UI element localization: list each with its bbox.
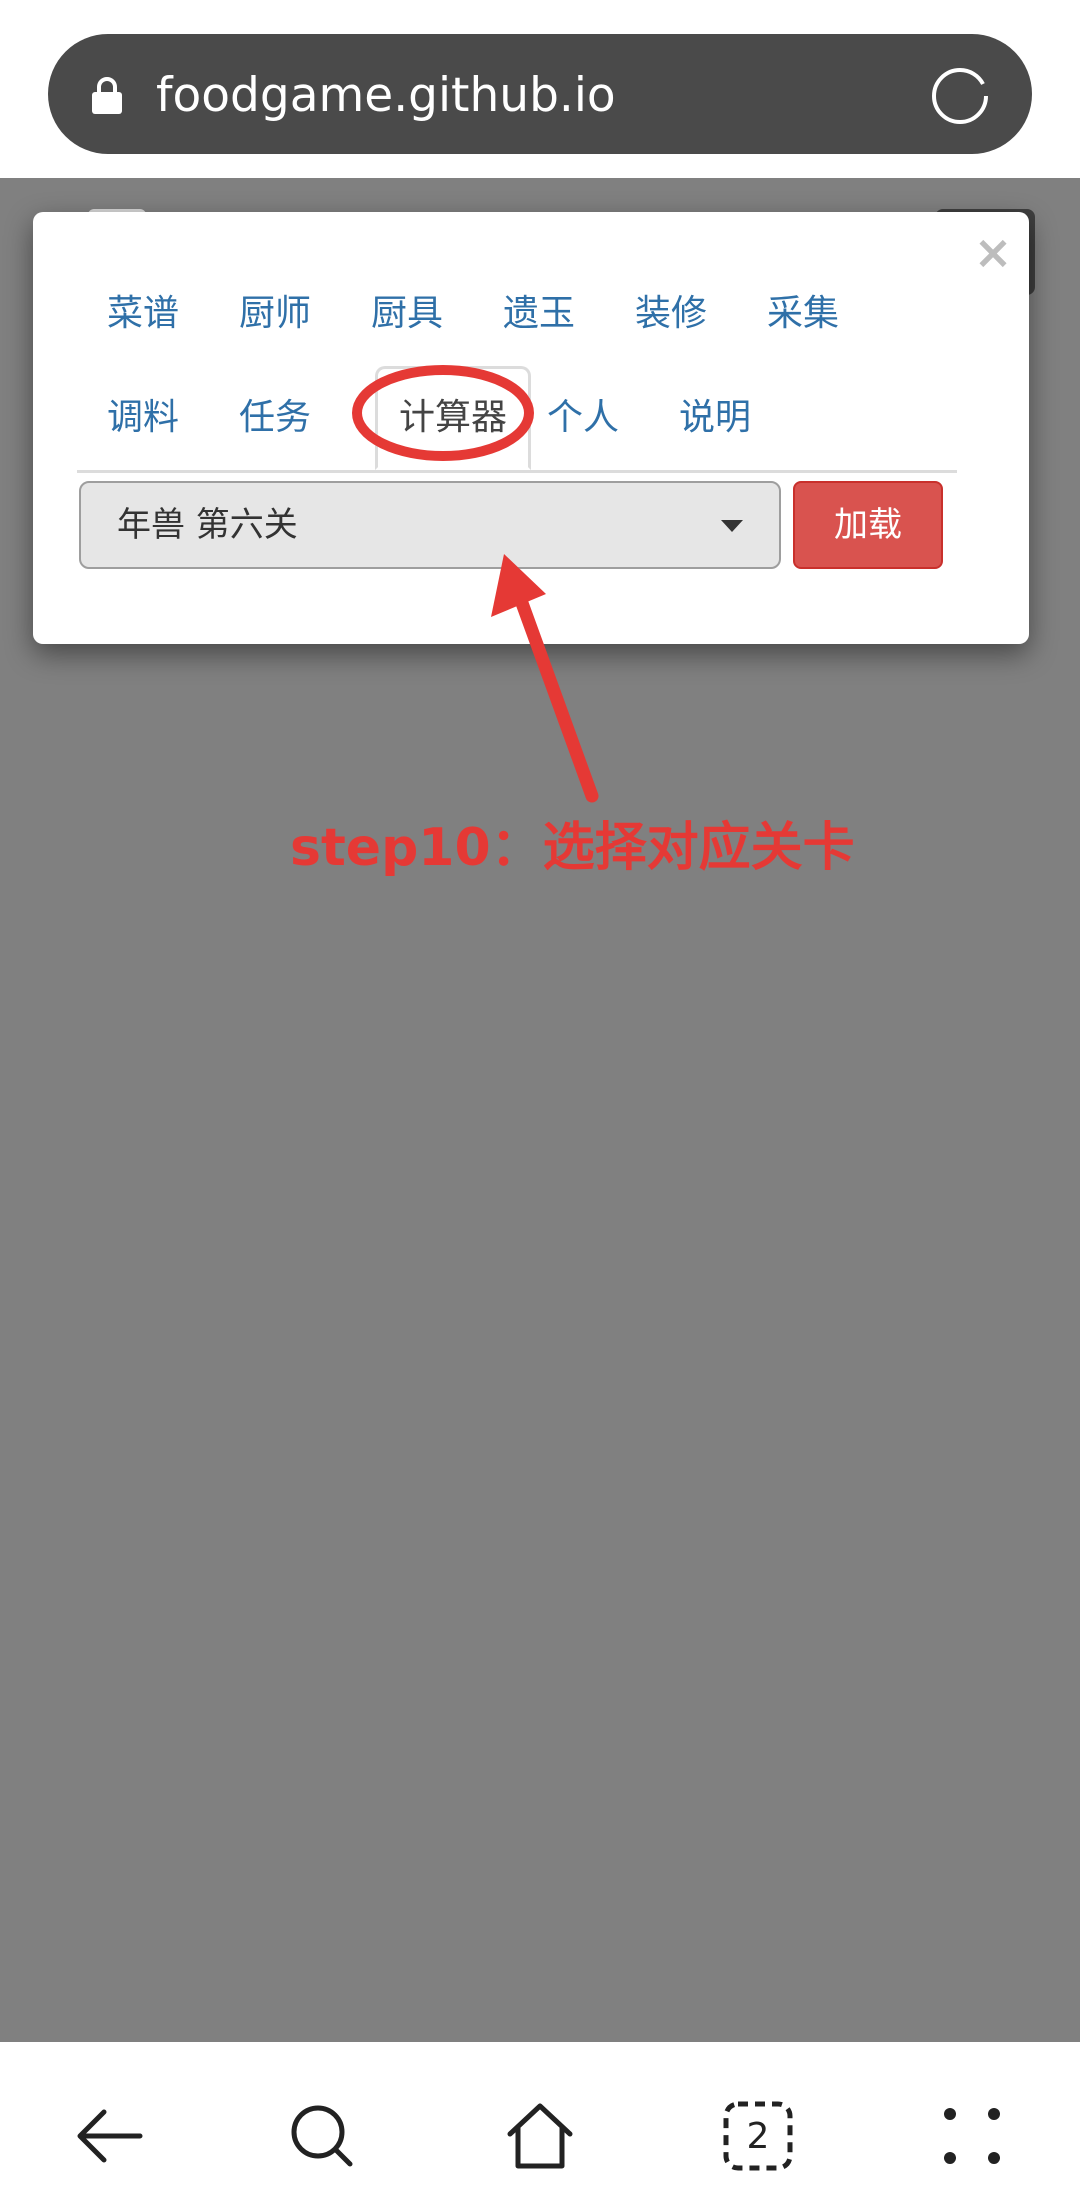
bottom-nav-bar: 2 bbox=[0, 2042, 1080, 2210]
back-arrow-icon[interactable] bbox=[70, 2098, 146, 2174]
chevron-down-icon bbox=[721, 520, 743, 532]
tabs-count: 2 bbox=[747, 2116, 770, 2157]
step-caption: step10：选择对应关卡 bbox=[290, 818, 855, 878]
tab-bar: 菜谱 厨师 厨具 遗玉 装修 采集 调料 任务 计算器 个人 说明 bbox=[77, 262, 957, 473]
lock-icon bbox=[92, 77, 122, 114]
tab-recipes[interactable]: 菜谱 bbox=[77, 262, 209, 366]
tab-calculator[interactable]: 计算器 bbox=[375, 366, 531, 470]
load-button[interactable]: 加载 bbox=[793, 481, 943, 569]
tab-decoration[interactable]: 装修 bbox=[605, 262, 737, 366]
level-select[interactable]: 年兽 第六关 bbox=[79, 481, 781, 569]
modal-dialog: × 菜谱 厨师 厨具 遗玉 装修 采集 调料 任务 计算器 个人 说明 年兽 第… bbox=[33, 212, 1029, 644]
url-text[interactable]: foodgame.github.io bbox=[156, 64, 616, 128]
menu-icon[interactable] bbox=[934, 2098, 1010, 2174]
tab-personal[interactable]: 个人 bbox=[517, 366, 649, 470]
tab-help[interactable]: 说明 bbox=[649, 366, 781, 470]
tab-row: 调料 任务 计算器 个人 说明 bbox=[77, 366, 957, 473]
tab-relics[interactable]: 遗玉 bbox=[473, 262, 605, 366]
browser-top-bar: foodgame.github.io bbox=[0, 0, 1080, 178]
home-icon[interactable] bbox=[502, 2098, 578, 2174]
tab-chefs[interactable]: 厨师 bbox=[209, 262, 341, 366]
tab-gathering[interactable]: 采集 bbox=[737, 262, 869, 366]
tab-row: 菜谱 厨师 厨具 遗玉 装修 采集 bbox=[77, 262, 957, 366]
tab-tasks[interactable]: 任务 bbox=[209, 366, 341, 470]
tab-condiments[interactable]: 调料 bbox=[77, 366, 209, 470]
level-select-value: 年兽 第六关 bbox=[117, 505, 298, 545]
search-icon[interactable] bbox=[284, 2098, 360, 2174]
tabs-icon[interactable]: 2 bbox=[720, 2098, 796, 2174]
tab-equipment[interactable]: 厨具 bbox=[341, 262, 473, 366]
reload-icon[interactable] bbox=[928, 64, 992, 128]
close-button[interactable]: × bbox=[973, 229, 1013, 275]
